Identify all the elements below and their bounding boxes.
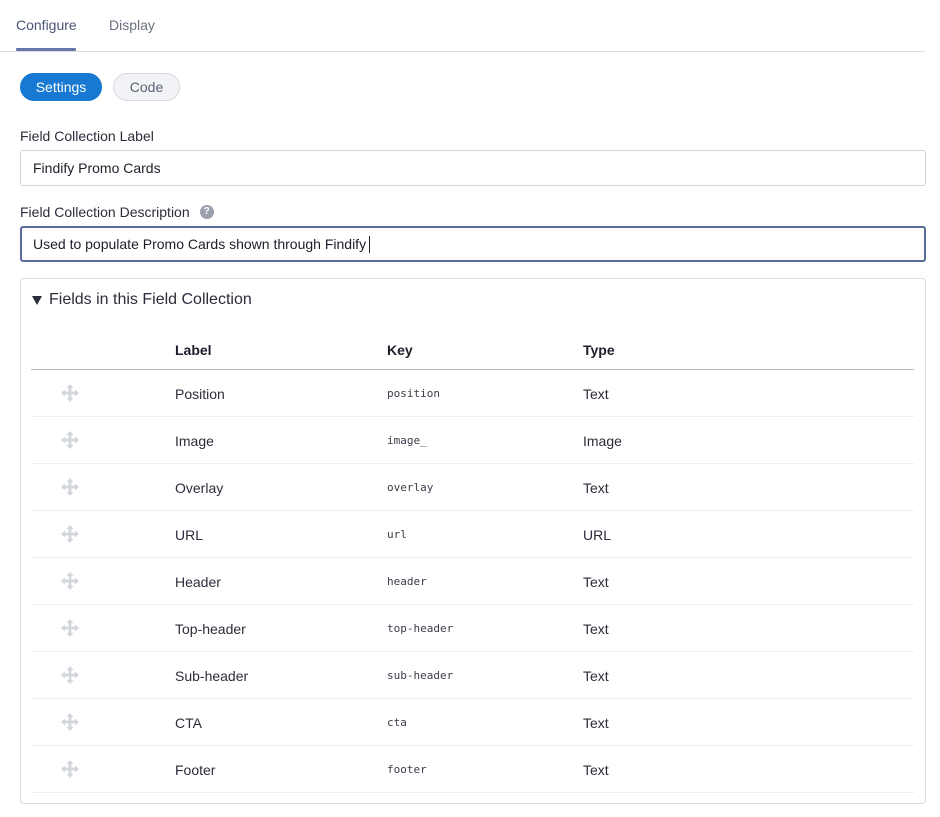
drag-handle-icon[interactable]: [61, 666, 79, 684]
field-key-cell: image_: [387, 434, 427, 447]
fields-panel-toggle[interactable]: Fields in this Field Collection: [32, 291, 252, 309]
field-label-cell: Sub-header: [175, 667, 249, 684]
field-type-cell: Text: [583, 620, 609, 637]
drag-handle-icon[interactable]: [61, 760, 79, 778]
drag-handle-icon[interactable]: [61, 525, 79, 543]
drag-handle-icon[interactable]: [61, 713, 79, 731]
table-row[interactable]: Header header Text: [31, 558, 914, 605]
field-key-cell: footer: [387, 763, 427, 776]
drag-handle-icon[interactable]: [61, 431, 79, 449]
field-type-cell: URL: [583, 526, 612, 543]
fields-panel: Fields in this Field Collection Label Ke…: [20, 278, 926, 804]
field-collection-label-heading: Field Collection Label: [20, 128, 154, 144]
field-collection-label-value: Findify Promo Cards: [33, 160, 161, 176]
field-key-cell: sub-header: [387, 669, 454, 682]
drag-handle-icon[interactable]: [61, 478, 79, 496]
question-circle-icon[interactable]: ?: [199, 205, 214, 219]
table-row[interactable]: Footer footer Text: [31, 746, 914, 793]
field-label-cell: Top-header: [175, 620, 246, 637]
text-caret: [369, 235, 371, 253]
table-row[interactable]: URL url URL: [31, 511, 914, 558]
field-label-cell: Position: [175, 385, 225, 402]
field-type-cell: Text: [583, 573, 609, 590]
column-header-label: Label: [175, 342, 212, 358]
active-tab-indicator: [16, 48, 76, 51]
fields-panel-title: Fields in this Field Collection: [49, 291, 252, 308]
field-type-cell: Text: [583, 667, 609, 684]
field-key-cell: top-header: [387, 622, 454, 635]
field-collection-description-heading: Field Collection Description ?: [20, 204, 214, 220]
field-collection-label-input[interactable]: Findify Promo Cards: [20, 150, 926, 186]
field-collection-label-text: Field Collection Label: [20, 128, 154, 144]
field-key-cell: overlay: [387, 481, 434, 494]
tab-bar: Configure Display: [0, 0, 925, 52]
field-type-cell: Text: [583, 385, 609, 402]
table-row[interactable]: CTA cta Text: [31, 699, 914, 746]
field-collection-description-value: Used to populate Promo Cards shown throu…: [33, 236, 367, 252]
field-label-cell: URL: [175, 526, 204, 543]
field-key-cell: header: [387, 575, 427, 588]
table-row[interactable]: Overlay overlay Text: [31, 464, 914, 511]
table-row[interactable]: Top-header top-header Text: [31, 605, 914, 652]
table-row[interactable]: Sub-header sub-header Text: [31, 652, 914, 699]
column-header-key: Key: [387, 342, 413, 358]
tab-configure[interactable]: Configure: [16, 17, 77, 33]
field-key-cell: position: [387, 387, 440, 400]
field-type-cell: Text: [583, 761, 609, 778]
fields-table-body: Position position Text Image image_ Image Over…: [31, 370, 914, 793]
column-header-type: Type: [583, 342, 615, 358]
field-label-cell: Overlay: [175, 479, 224, 496]
field-label-cell: Footer: [175, 761, 216, 778]
tab-display[interactable]: Display: [109, 17, 155, 33]
field-label-cell: Image: [175, 432, 214, 449]
field-type-cell: Text: [583, 479, 609, 496]
field-collection-description-input[interactable]: Used to populate Promo Cards shown throu…: [20, 226, 926, 262]
field-type-cell: Text: [583, 714, 609, 731]
drag-handle-icon[interactable]: [61, 619, 79, 637]
table-row[interactable]: Position position Text: [31, 370, 914, 417]
field-type-cell: Image: [583, 432, 622, 449]
drag-handle-icon[interactable]: [61, 384, 79, 402]
fields-table-header: Label Key Type: [31, 339, 914, 370]
drag-handle-icon[interactable]: [61, 572, 79, 590]
collapse-triangle-icon: [32, 295, 42, 305]
field-label-cell: CTA: [175, 714, 202, 731]
field-collection-description-text: Field Collection Description: [20, 204, 190, 220]
table-row[interactable]: Image image_ Image: [31, 417, 914, 464]
field-key-cell: url: [387, 528, 407, 541]
code-button[interactable]: Code: [113, 73, 180, 101]
field-label-cell: Header: [175, 573, 221, 590]
field-key-cell: cta: [387, 716, 407, 729]
settings-button[interactable]: Settings: [20, 73, 102, 101]
